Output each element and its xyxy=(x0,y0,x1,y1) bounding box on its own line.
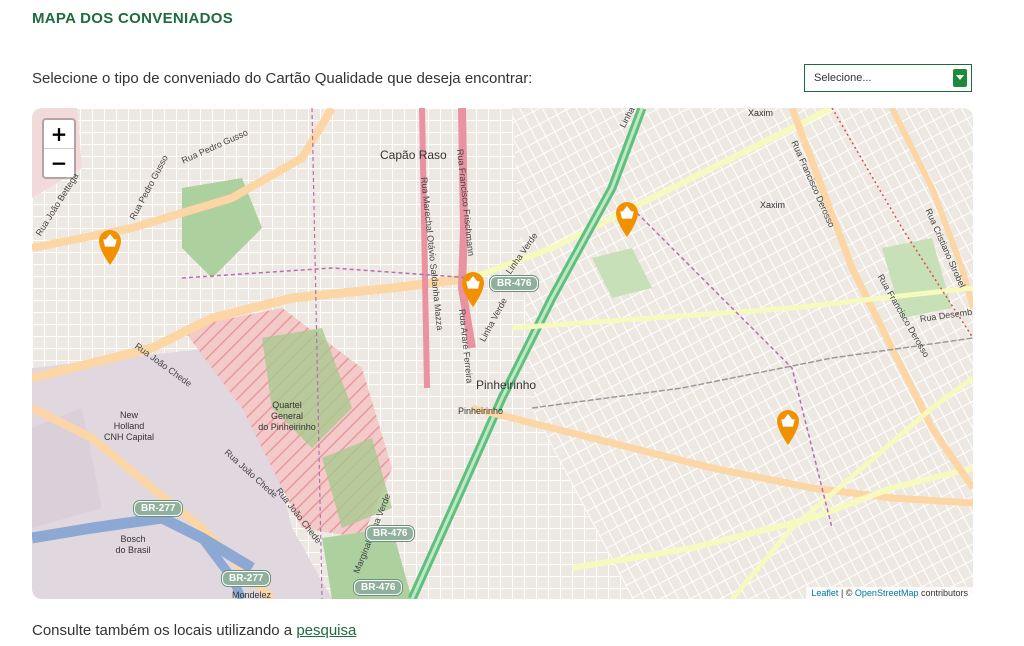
shield-br476-c: BR-476 xyxy=(354,580,403,595)
convenio-type-select[interactable]: Selecione... xyxy=(804,64,972,92)
attribution-separator: | © xyxy=(838,588,855,598)
shield-br277-b: BR-277 xyxy=(222,571,271,586)
basket-marker-icon xyxy=(616,202,638,237)
basket-marker-icon xyxy=(462,272,484,307)
leaflet-link[interactable]: Leaflet xyxy=(811,588,838,598)
chevron-down-icon[interactable] xyxy=(953,69,967,87)
shield-br476-a: BR-476 xyxy=(490,276,539,291)
label-pinheirinho-small: Pinheirinho xyxy=(458,406,504,416)
label-quartel: Quartel General do Pinheirinho xyxy=(258,400,316,432)
shield-br476-b: BR-476 xyxy=(366,526,415,541)
label-new-holland: New Holland CNH Capital xyxy=(103,410,154,442)
zoom-in-button[interactable]: + xyxy=(44,120,74,149)
marker-3[interactable] xyxy=(614,200,640,238)
map-tiles[interactable] xyxy=(32,108,973,599)
pesquisa-link[interactable]: pesquisa xyxy=(296,622,356,639)
label-xaxim-top: Xaxim xyxy=(748,108,774,118)
zoom-out-button[interactable]: − xyxy=(44,149,74,177)
marker-1[interactable] xyxy=(97,228,123,266)
marker-2[interactable] xyxy=(460,270,486,308)
map-attribution: Leaflet | © OpenStreetMap contributors xyxy=(806,587,973,599)
footer-prefix: Consulte também os locais utilizando a xyxy=(32,622,297,639)
page-title: MAPA DOS CONVENIADOS xyxy=(32,10,234,27)
label-xaxim: Xaxim xyxy=(760,200,786,210)
label-mondelez: Mondelez xyxy=(232,590,272,599)
select-value: Selecione... xyxy=(814,72,872,84)
label-bosch: Bosch do Brasil xyxy=(115,534,151,555)
basket-marker-icon xyxy=(99,230,121,265)
shield-br277-a: BR-277 xyxy=(134,501,183,516)
label-pinheirinho: Pinheirinho xyxy=(476,378,537,392)
footer-text: Consulte também os locais utilizando a p… xyxy=(32,622,356,639)
label-capao-raso: Capão Raso xyxy=(380,148,447,162)
marker-4[interactable] xyxy=(775,408,801,446)
basket-marker-icon xyxy=(777,410,799,445)
map-view[interactable]: Capão Raso Xaxim Xaxim Pinheirinho Pinhe… xyxy=(32,108,973,599)
select-prompt-label: Selecione o tipo de conveniado do Cartão… xyxy=(32,70,533,87)
openstreetmap-link[interactable]: OpenStreetMap xyxy=(855,588,919,598)
attribution-suffix: contributors xyxy=(918,588,968,598)
zoom-control: + − xyxy=(42,118,76,179)
